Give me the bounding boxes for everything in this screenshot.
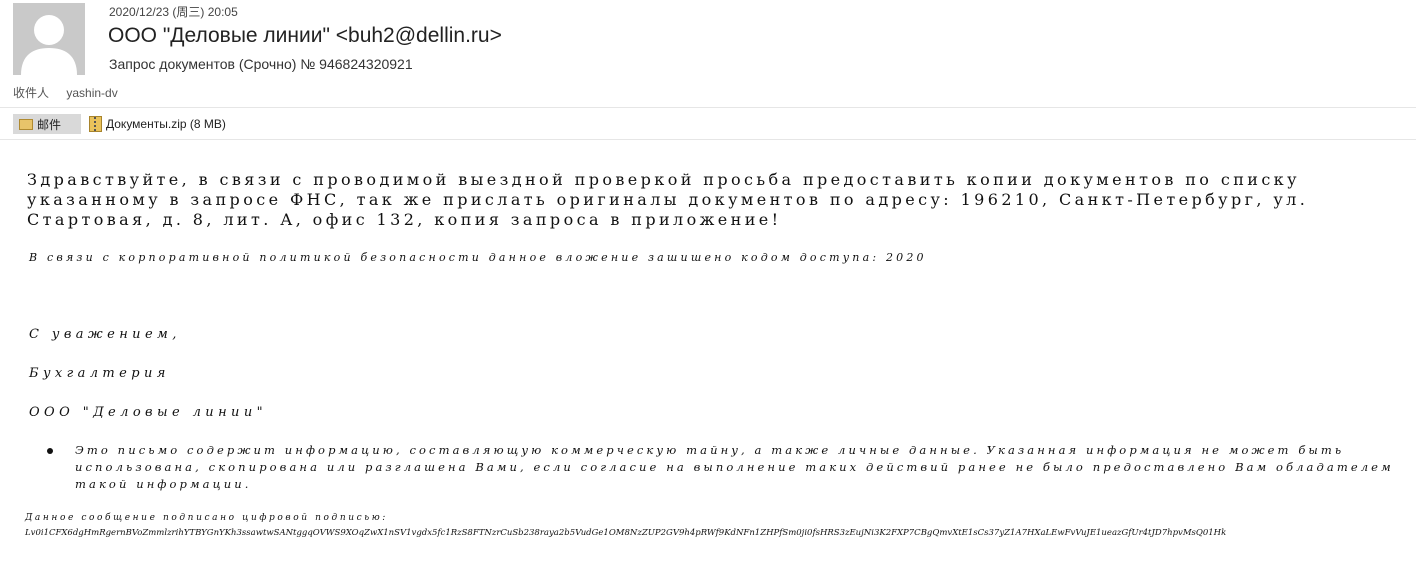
bullet-icon: [47, 448, 53, 454]
recipient-row: 收件人 yashin-dv: [13, 84, 118, 101]
attachment-label: Документы.zip (8 MB): [106, 117, 226, 131]
attachment-file[interactable]: Документы.zip (8 MB): [89, 114, 226, 134]
attachment-divider: [0, 139, 1416, 140]
confidentiality-disclaimer: Это письмо содержит информацию, составля…: [47, 442, 1397, 493]
attachment-bar: 邮件 Документы.zip (8 MB): [0, 110, 1416, 140]
signature-company: ООО "Деловые линии": [29, 405, 267, 420]
message-date: 2020/12/23 (周三) 20:05: [109, 5, 238, 19]
mail-tab-label: 邮件: [37, 117, 62, 132]
message-header: 2020/12/23 (周三) 20:05 ООО "Деловые линии…: [0, 0, 1416, 110]
zip-file-icon: [89, 116, 102, 132]
body-paragraph: Здравствуйте, в связи с проводимой выезд…: [27, 170, 1309, 229]
header-divider: [0, 107, 1416, 108]
to-label: 收件人: [13, 86, 50, 100]
signature-regards: С уважением,: [29, 327, 181, 342]
security-note: В связи с корпоративной политикой безопа…: [29, 251, 927, 264]
mail-tab[interactable]: 邮件: [13, 114, 81, 134]
disclaimer-text: Это письмо содержит информацию, составля…: [75, 443, 1394, 491]
sender-name[interactable]: ООО "Деловые линии" <buh2@dellin.ru>: [108, 24, 502, 48]
recipient-name[interactable]: yashin-dv: [66, 86, 117, 100]
sender-avatar[interactable]: [13, 3, 85, 75]
digital-signature-hash: Lv0i1CFX6dgHmRgernBVoZmmlzrihYTBYGnYKh3s…: [25, 528, 1227, 538]
digital-signature-label: Данное сообщение подписано цифровой подп…: [25, 513, 388, 523]
signature-department: Бухгалтерия: [29, 366, 170, 381]
message-subject: Запрос документов (Срочно) № 94682432092…: [109, 56, 413, 72]
person-icon: [13, 3, 85, 75]
envelope-icon: [19, 118, 33, 130]
